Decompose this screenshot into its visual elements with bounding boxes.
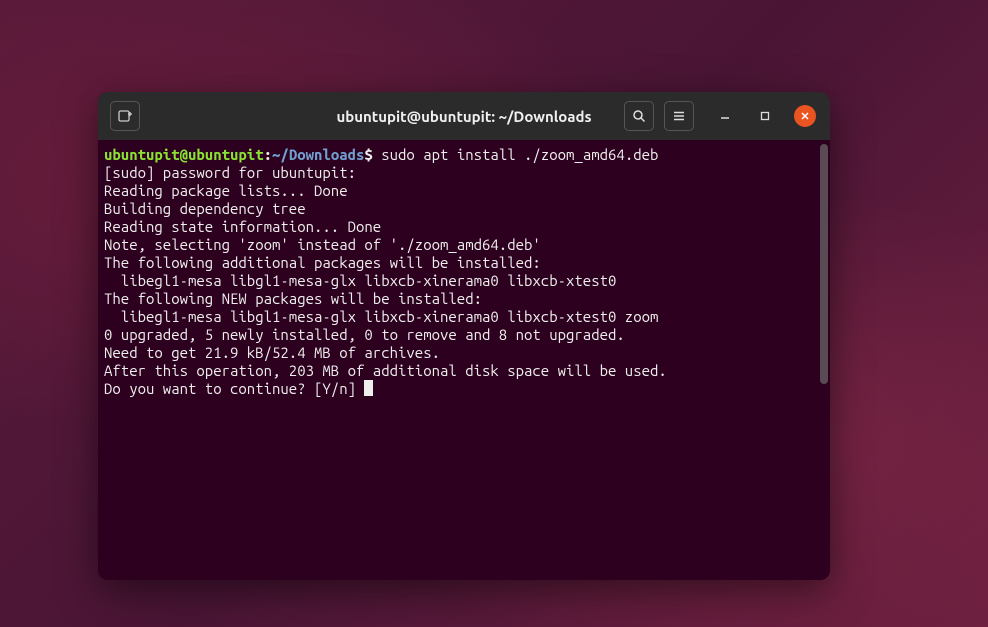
prompt-path: ~/Downloads bbox=[272, 146, 364, 163]
output-line: After this operation, 203 MB of addition… bbox=[104, 362, 667, 379]
prompt-separator: : bbox=[264, 146, 272, 163]
maximize-icon bbox=[760, 111, 770, 121]
titlebar-right bbox=[624, 101, 822, 131]
output-line: libegl1-mesa libgl1-mesa-glx libxcb-xine… bbox=[104, 308, 658, 325]
terminal-scrollbar[interactable] bbox=[820, 144, 828, 384]
output-line: Need to get 21.9 kB/52.4 MB of archives. bbox=[104, 344, 440, 361]
output-line: Reading state information... Done bbox=[104, 218, 381, 235]
prompt-symbol: $ bbox=[364, 146, 372, 163]
output-line: 0 upgraded, 5 newly installed, 0 to remo… bbox=[104, 326, 625, 343]
terminal-cursor bbox=[364, 380, 373, 396]
window-controls bbox=[714, 105, 816, 127]
output-line: [sudo] password for ubuntupit: bbox=[104, 164, 356, 181]
minimize-button[interactable] bbox=[714, 105, 736, 127]
output-line: The following NEW packages will be insta… bbox=[104, 290, 482, 307]
output-line: libegl1-mesa libgl1-mesa-glx libxcb-xine… bbox=[104, 272, 616, 289]
output-line: Building dependency tree bbox=[104, 200, 306, 217]
terminal-window: ubuntupit@ubuntupit: ~/Downloads bbox=[98, 92, 830, 580]
command-text: sudo apt install ./zoom_amd64.deb bbox=[373, 146, 659, 163]
maximize-button[interactable] bbox=[754, 105, 776, 127]
window-titlebar: ubuntupit@ubuntupit: ~/Downloads bbox=[98, 92, 830, 140]
menu-button[interactable] bbox=[664, 101, 694, 131]
output-line: The following additional packages will b… bbox=[104, 254, 541, 271]
close-icon bbox=[800, 111, 810, 121]
output-line: Reading package lists... Done bbox=[104, 182, 348, 199]
search-button[interactable] bbox=[624, 101, 654, 131]
new-tab-button[interactable] bbox=[110, 101, 140, 131]
new-tab-icon bbox=[117, 108, 133, 124]
output-line: Do you want to continue? [Y/n] bbox=[104, 380, 364, 397]
titlebar-left bbox=[106, 101, 140, 131]
prompt-user-host: ubuntupit@ubuntupit bbox=[104, 146, 264, 163]
hamburger-icon bbox=[672, 109, 686, 123]
close-button[interactable] bbox=[794, 105, 816, 127]
search-icon bbox=[632, 109, 646, 123]
output-line: Note, selecting 'zoom' instead of './zoo… bbox=[104, 236, 541, 253]
terminal-body[interactable]: ubuntupit@ubuntupit:~/Downloads$ sudo ap… bbox=[98, 140, 830, 580]
minimize-icon bbox=[720, 111, 730, 121]
